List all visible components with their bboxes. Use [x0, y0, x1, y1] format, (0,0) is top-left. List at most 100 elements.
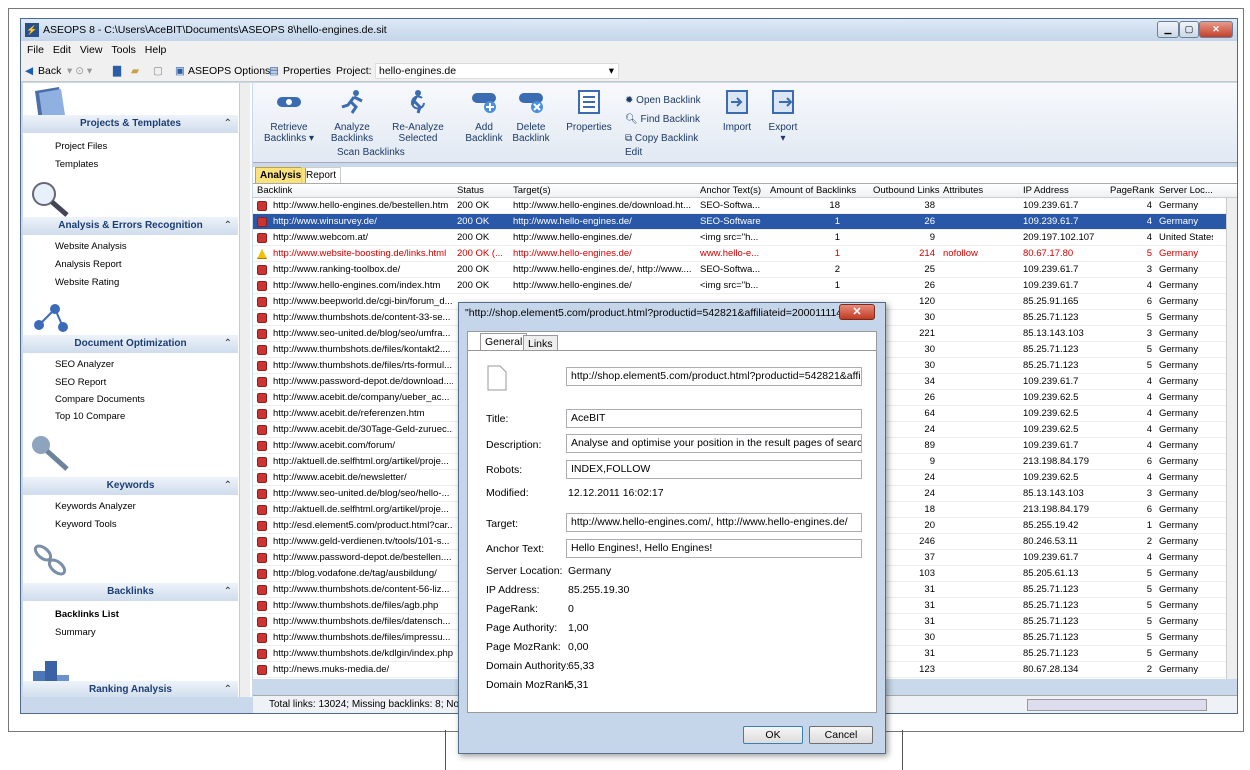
project-select[interactable]: hello-engines.de ▾	[375, 63, 619, 79]
table-row[interactable]: http://www.ranking-toolbox.de/200 OK http…	[253, 262, 1237, 278]
maximize-button[interactable]: ▢	[1179, 21, 1199, 38]
properties-ribbon-button[interactable]: Properties	[565, 89, 613, 133]
import-button[interactable]: Import	[719, 89, 755, 133]
url-field[interactable]: http://shop.element5.com/product.html?pr…	[566, 367, 862, 386]
collapse-icon[interactable]: ⌃	[224, 681, 232, 697]
menu-help[interactable]: Help	[145, 44, 167, 56]
page-icon	[257, 537, 267, 547]
group-edit-label: Edit	[625, 147, 643, 158]
sidebar-item-website-rating[interactable]: Website Rating	[55, 277, 119, 288]
sidebar-item-keyword-tools[interactable]: Keyword Tools	[55, 519, 117, 530]
col-server[interactable]: Server Loc...	[1159, 184, 1213, 198]
forward-button[interactable]: ▾ ⊙ ▾	[67, 60, 92, 82]
tab-links[interactable]: Links	[523, 335, 558, 351]
menu-tools[interactable]: Tools	[111, 44, 136, 56]
table-row[interactable]: http://www.hello-engines.com/index.htm 20…	[253, 278, 1237, 294]
cell-targets: http://www.hello-engines.de/	[513, 280, 632, 291]
col-pagerank[interactable]: PageRank	[1110, 184, 1154, 198]
section-header[interactable]: Analysis & Errors Recognition ⌃	[23, 217, 238, 235]
sidebar-item-backlinks-list[interactable]: Backlinks List	[55, 609, 119, 620]
sidebar-item-top10-compare[interactable]: Top 10 Compare	[55, 411, 125, 422]
table-row[interactable]: http://www.hello-engines.de/bestellen.ht…	[253, 198, 1237, 214]
sidebar-item-keywords-analyzer[interactable]: Keywords Analyzer	[55, 501, 136, 512]
col-anchor[interactable]: Anchor Text(s)	[700, 184, 761, 198]
cell-amount: 18	[829, 200, 840, 211]
robots-field[interactable]: INDEX,FOLLOW	[566, 460, 862, 479]
reanalyze-label-2: Selected	[398, 133, 438, 144]
table-scrollbar[interactable]	[1226, 198, 1237, 679]
sidebar-item-templates[interactable]: Templates	[55, 159, 98, 170]
project-label: Project:	[336, 65, 372, 77]
collapse-icon[interactable]: ⌃	[224, 335, 232, 353]
save-icon[interactable]: ▢	[153, 60, 163, 82]
ok-button[interactable]: OK	[743, 726, 803, 744]
minimize-button[interactable]: ▁	[1157, 21, 1179, 38]
close-button[interactable]: ✕	[1199, 21, 1233, 38]
target-field[interactable]: http://www.hello-engines.com/, http://ww…	[566, 513, 862, 532]
title-field[interactable]: AceBIT	[566, 409, 862, 428]
collapse-icon[interactable]: ⌃	[224, 583, 232, 601]
sidebar-item-analysis-report[interactable]: Analysis Report	[55, 259, 122, 270]
reanalyze-selected-button[interactable]: Re-Analyze Selected	[387, 89, 449, 144]
progress-bar	[1027, 699, 1207, 711]
col-attributes[interactable]: Attributes	[943, 184, 983, 198]
retrieve-backlinks-button[interactable]: Retrieve Backlinks ▾	[261, 89, 317, 144]
cell-backlink: http://www.winsurvey.de/	[273, 216, 377, 227]
properties-button[interactable]: Properties	[283, 60, 331, 82]
page-mozrank-label: Page MozRank:	[486, 641, 561, 653]
sidebar-item-website-analysis[interactable]: Website Analysis	[55, 241, 127, 252]
table-row[interactable]: http://www.webcom.at/200 OK http://www.he…	[253, 230, 1237, 246]
tab-general[interactable]: General	[480, 333, 528, 351]
options-button[interactable]: ASEOPS Options	[188, 60, 270, 82]
anchor-field[interactable]: Hello Engines!, Hello Engines!	[566, 539, 862, 558]
section-header[interactable]: Ranking Analysis ⌃	[23, 681, 238, 697]
section-header[interactable]: Projects & Templates ⌃	[23, 115, 238, 133]
section-header[interactable]: Keywords ⌃	[23, 477, 238, 495]
find-backlink-button[interactable]: 🔍︎ Find Backlink	[625, 110, 709, 129]
cell-pagerank: 5	[1146, 584, 1152, 595]
back-button[interactable]: Back	[38, 60, 61, 82]
table-row[interactable]: http://www.website-boosting.de/links.htm…	[253, 246, 1237, 262]
collapse-icon[interactable]: ⌃	[224, 477, 232, 495]
col-backlink[interactable]: Backlink	[257, 184, 292, 198]
cell-status: 200 OK	[457, 200, 490, 211]
menu-file[interactable]: File	[27, 44, 44, 56]
dialog-close-button[interactable]: ✕	[839, 304, 875, 320]
sidebar-scrollbar[interactable]	[239, 83, 250, 697]
sidebar-item-summary[interactable]: Summary	[55, 627, 96, 638]
export-button[interactable]: Export ▾	[765, 89, 801, 144]
section-header[interactable]: Document Optimization ⌃	[23, 335, 238, 353]
add-backlink-button[interactable]: Add Backlink	[465, 89, 503, 144]
cell-outbound: 25	[924, 264, 935, 275]
document-icon[interactable]: ▇	[113, 60, 121, 82]
col-targets[interactable]: Target(s)	[513, 184, 550, 198]
sidebar-item-project-files[interactable]: Project Files	[55, 141, 107, 152]
copy-backlink-button[interactable]: ⧉ Copy Backlink	[625, 129, 709, 148]
col-amount[interactable]: Amount of Backlinks	[770, 184, 856, 198]
back-arrow-icon[interactable]: ◀	[25, 60, 33, 82]
cell-pagerank: 3	[1146, 488, 1152, 499]
sidebar-item-seo-report[interactable]: SEO Report	[55, 377, 106, 388]
section-header[interactable]: Backlinks ⌃	[23, 583, 238, 601]
analyze-backlinks-button[interactable]: Analyze Backlinks	[327, 89, 377, 144]
sidebar-item-seo-analyzer[interactable]: SEO Analyzer	[55, 359, 114, 370]
menu-edit[interactable]: Edit	[53, 44, 71, 56]
col-outbound[interactable]: Outbound Links	[873, 184, 940, 198]
cell-pagerank: 5	[1146, 648, 1152, 659]
tab-report[interactable]: Report	[301, 167, 342, 183]
delete-backlink-button[interactable]: Delete Backlink	[511, 89, 551, 144]
open-folder-icon[interactable]: ▰	[131, 60, 139, 82]
sidebar-item-compare-documents[interactable]: Compare Documents	[55, 394, 145, 405]
collapse-icon[interactable]: ⌃	[224, 217, 232, 235]
collapse-icon[interactable]: ⌃	[224, 115, 232, 133]
open-backlink-button[interactable]: ✹ Open Backlink	[625, 91, 709, 110]
cell-targets: http://www.hello-engines.de/	[513, 248, 632, 259]
menu-view[interactable]: View	[80, 44, 103, 56]
description-field[interactable]: Analyse and optimise your position in th…	[566, 434, 862, 453]
tab-analysis[interactable]: Analysis	[255, 167, 307, 183]
table-row[interactable]: http://www.winsurvey.de/200 OK http://www…	[253, 214, 1237, 230]
cancel-button[interactable]: Cancel	[809, 726, 873, 744]
col-ip[interactable]: IP Address	[1023, 184, 1069, 198]
col-status[interactable]: Status	[457, 184, 484, 198]
ip-address-value: 85.255.19.30	[568, 584, 630, 596]
